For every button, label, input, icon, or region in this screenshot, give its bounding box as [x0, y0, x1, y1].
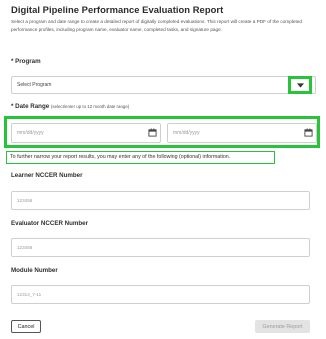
end-date-placeholder: mm/dd/yyyy [173, 130, 200, 136]
end-date-input[interactable]: mm/dd/yyyy [167, 123, 317, 143]
evaluator-placeholder: 123456 [17, 245, 33, 250]
page-title: Digital Pipeline Performance Evaluation … [11, 4, 224, 15]
module-number-input[interactable]: 12314_7-11 [11, 285, 310, 304]
date-range-label: * Date Range (select/enter up to 12 mont… [11, 103, 130, 110]
chevron-down-icon [296, 82, 304, 88]
calendar-icon[interactable] [304, 128, 313, 137]
start-date-placeholder: mm/dd/yyyy [17, 130, 44, 136]
module-label: Module Number [11, 267, 58, 274]
date-range-note: (select/enter up to 12 month date range) [50, 104, 130, 109]
evaluator-label: Evaluator NCCER Number [11, 220, 89, 227]
learner-label: Learner NCCER Number [11, 172, 83, 179]
page-description: Select a program and date range to creat… [11, 19, 302, 32]
program-select-value: Select Program [17, 82, 52, 88]
calendar-icon[interactable] [148, 128, 157, 137]
generate-report-button[interactable]: Generate Report [255, 320, 310, 333]
optional-info-hint: To further narrow your report results, y… [6, 151, 275, 164]
start-date-input[interactable]: mm/dd/yyyy [11, 123, 161, 143]
learner-placeholder: 123456 [17, 198, 33, 203]
learner-nccer-input[interactable]: 123456 [11, 191, 310, 210]
program-dropdown-button[interactable] [288, 76, 312, 94]
program-label: * Program [11, 58, 41, 65]
date-range-group: mm/dd/yyyy mm/dd/yyyy [4, 116, 320, 148]
program-select[interactable]: Select Program [11, 76, 316, 94]
module-placeholder: 12314_7-11 [17, 292, 42, 297]
evaluator-nccer-input[interactable]: 123456 [11, 238, 310, 257]
cancel-button[interactable]: Cancel [11, 320, 41, 333]
